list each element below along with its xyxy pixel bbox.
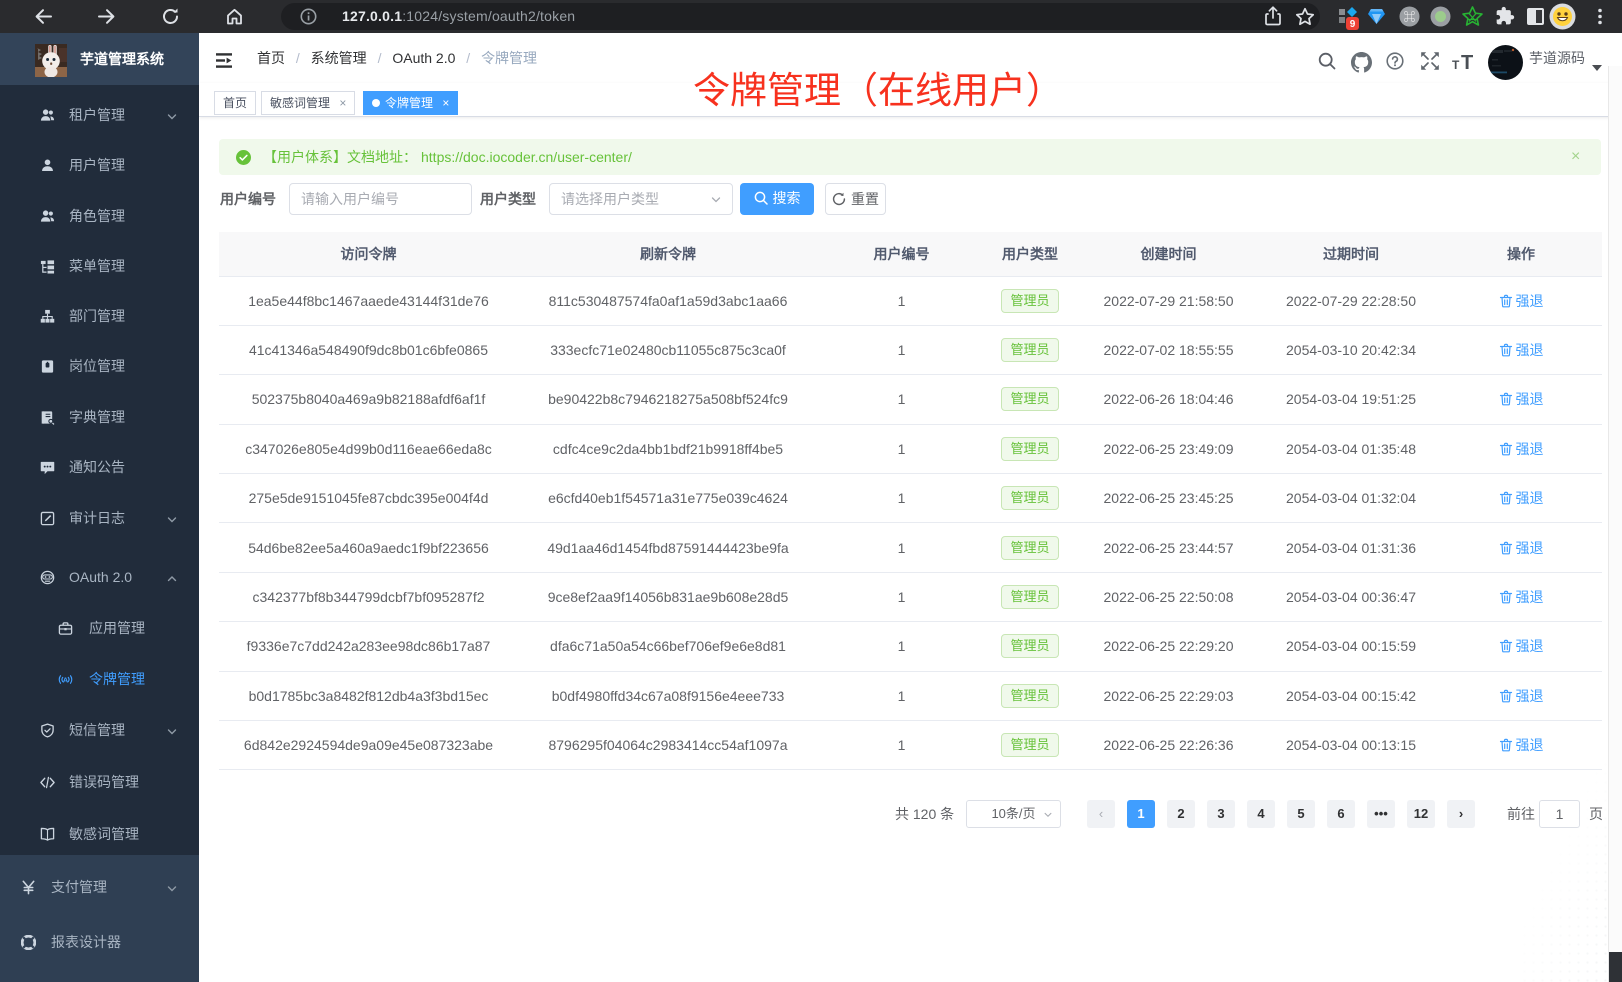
svg-text:T: T — [1461, 52, 1473, 72]
svg-text:T: T — [1452, 58, 1460, 72]
svg-text:⌘: ⌘ — [1403, 10, 1415, 24]
svg-text:9: 9 — [1350, 19, 1356, 30]
svg-text:A: A — [63, 675, 69, 684]
